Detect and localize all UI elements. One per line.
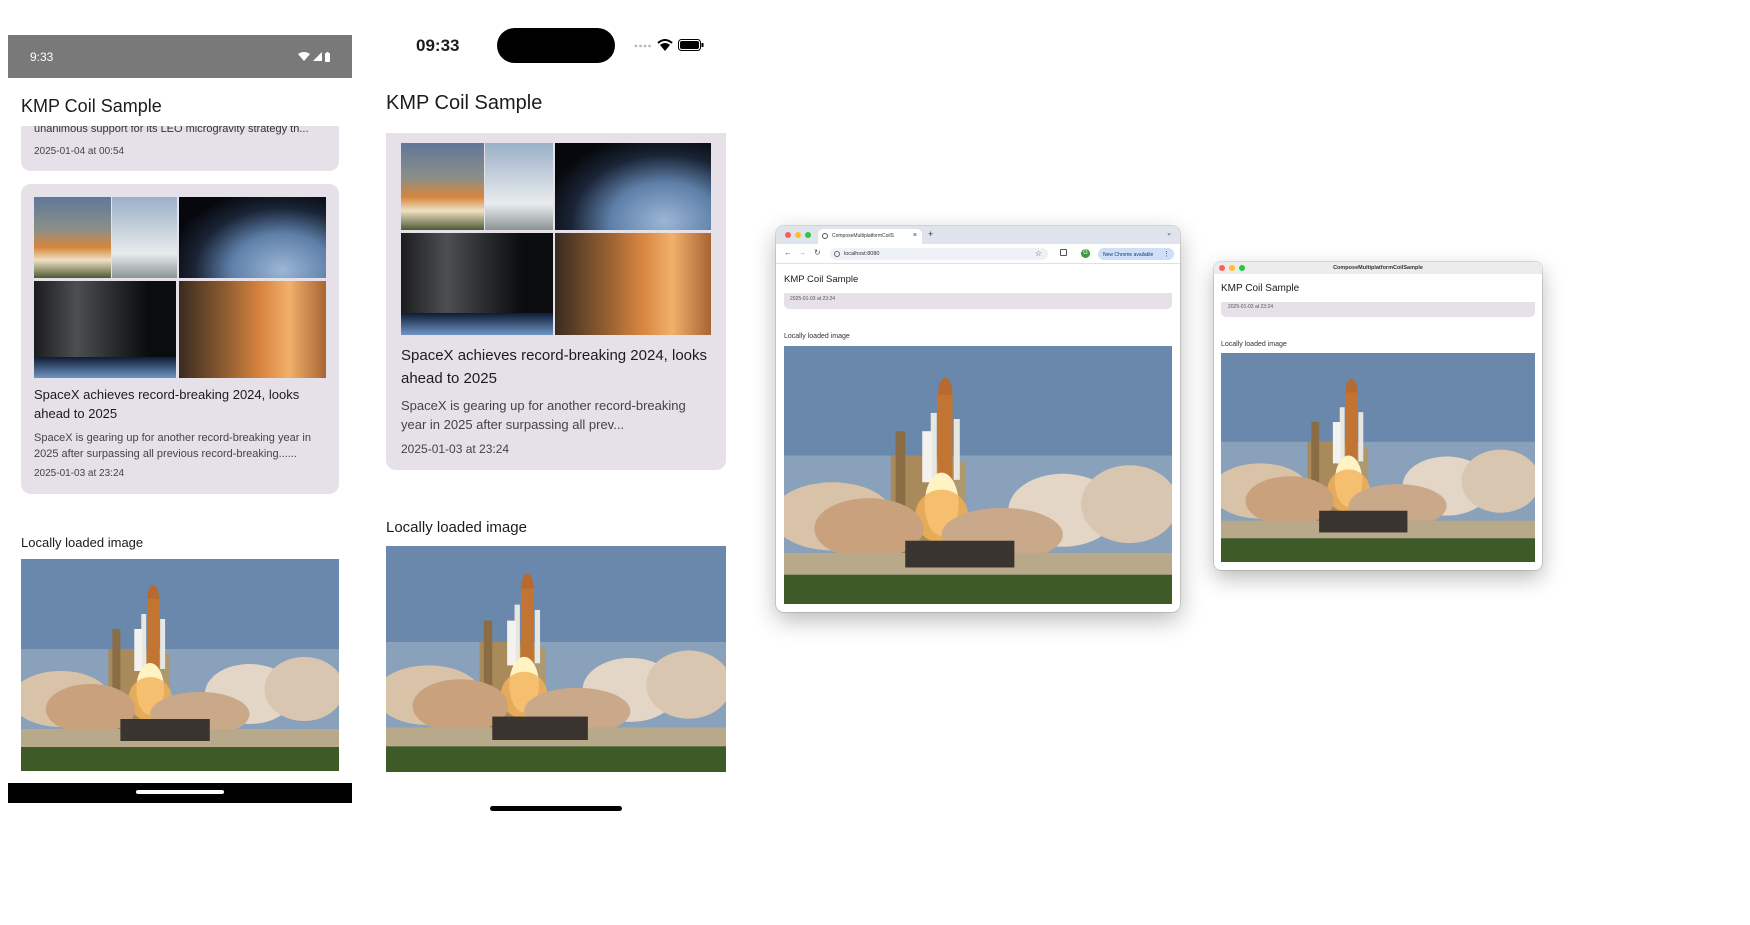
collage-image-tower: [401, 233, 553, 335]
window-controls: [785, 232, 811, 238]
article-excerpt: unanimous support for its LEO microgravi…: [34, 126, 309, 135]
wifi-icon: [298, 52, 310, 61]
ios-status-time: 09:33: [416, 36, 460, 55]
browser-toolbar: ← → ↻ localhost:8080 ☆ G New Chrome avai…: [776, 244, 1180, 264]
update-chip-label: New Chrome available: [1103, 251, 1154, 258]
window-title: ComposeMultiplatformCoilSample: [1333, 265, 1423, 271]
ios-status-icons: [634, 39, 704, 51]
page-title: KMP Coil Sample: [784, 274, 859, 285]
reload-icon[interactable]: ↻: [814, 248, 821, 257]
local-shuttle-image: [21, 559, 339, 771]
article-title: SpaceX achieves record-breaking 2024, lo…: [34, 387, 300, 421]
collage-image-launch: [401, 143, 484, 230]
collage-image-falcon: [485, 143, 553, 230]
article-date: 2025-01-03 at 23:24: [401, 442, 510, 456]
article-date: 2025-01-04 at 00:54: [34, 146, 125, 157]
collage-image-engine-fire: [555, 233, 711, 335]
back-icon[interactable]: ←: [784, 248, 792, 257]
signal-icon: [634, 44, 651, 48]
close-tab-icon[interactable]: ×: [913, 232, 917, 239]
local-shuttle-image: [1221, 353, 1535, 562]
local-shuttle-image: [386, 546, 726, 772]
globe-icon: [822, 233, 828, 239]
article-title: SpaceX achieves record-breaking 2024, lo…: [401, 347, 708, 387]
maximize-button[interactable]: [805, 232, 811, 238]
local-image-heading: Locally loaded image: [784, 333, 850, 340]
ios-screen: 09:33 KMP Coil Sample SpaceX achieves re…: [378, 20, 735, 820]
collage-image-astronaut: [555, 143, 711, 230]
local-shuttle-image: [784, 346, 1172, 604]
battery-icon: [678, 39, 704, 51]
maximize-button[interactable]: [1239, 265, 1245, 271]
home-indicator[interactable]: [490, 806, 622, 811]
site-info-icon[interactable]: [834, 251, 840, 257]
forward-icon[interactable]: →: [798, 248, 806, 257]
tab-title: ComposeMultiplatformCoilS: [832, 233, 894, 239]
article-image-collage: [34, 197, 326, 378]
page-title: KMP Coil Sample: [1221, 283, 1300, 294]
update-chrome-button[interactable]: New Chrome available ⋮: [1098, 248, 1174, 260]
minimize-button[interactable]: [795, 232, 801, 238]
page-title: KMP Coil Sample: [386, 92, 543, 114]
local-image-heading: Locally loaded image: [21, 535, 144, 550]
article-image-collage: [401, 143, 711, 335]
page-title: KMP Coil Sample: [21, 96, 162, 116]
signal-icon: [313, 52, 322, 61]
wifi-icon: [657, 39, 673, 51]
close-button[interactable]: [785, 232, 791, 238]
battery-icon: [325, 51, 330, 62]
collage-image-tower: [34, 281, 176, 378]
extensions-icon[interactable]: [1060, 249, 1067, 256]
article-card-previous[interactable]: unanimous support for its LEO microgravi…: [21, 126, 339, 171]
new-tab-icon[interactable]: +: [928, 229, 933, 239]
desktop-window: ComposeMultiplatformCoilSample KMP Coil …: [1214, 262, 1542, 570]
browser-tab[interactable]: ComposeMultiplatformCoilS ×: [818, 229, 922, 244]
bookmark-star-icon[interactable]: ☆: [1035, 249, 1042, 258]
collage-image-astronaut: [179, 197, 326, 278]
article-card[interactable]: 2025-01-03 at 23:24: [1221, 302, 1535, 317]
url-text: localhost:8080: [844, 251, 880, 257]
window-controls: [1219, 265, 1245, 271]
tab-search-icon[interactable]: ⌄: [1166, 229, 1172, 237]
collage-image-engine-fire: [179, 281, 326, 378]
ios-status-bar: 09:33: [378, 20, 735, 80]
close-button[interactable]: [1219, 265, 1225, 271]
android-status-bar: 9:33: [8, 35, 352, 78]
android-nav-bar: [8, 783, 352, 803]
minimize-button[interactable]: [1229, 265, 1235, 271]
window-title-bar: ComposeMultiplatformCoilSample: [1214, 262, 1542, 274]
article-card[interactable]: 2025-01-03 at 23:24: [784, 293, 1172, 309]
article-summary: SpaceX is gearing up for another record-…: [401, 398, 686, 432]
home-gesture-handle[interactable]: [136, 790, 224, 794]
article-date: 2025-01-03 at 23:24: [1228, 304, 1274, 310]
article-date: 2025-01-03 at 23:24: [34, 468, 125, 479]
menu-icon[interactable]: ⋮: [1163, 250, 1170, 258]
article-card[interactable]: SpaceX achieves record-breaking 2024, lo…: [21, 184, 339, 494]
collage-image-falcon: [112, 197, 177, 278]
article-date: 2025-01-03 at 23:24: [790, 296, 836, 302]
android-app-bar: KMP Coil Sample: [8, 78, 352, 133]
local-image-heading: Locally loaded image: [1221, 341, 1287, 348]
article-card[interactable]: SpaceX achieves record-breaking 2024, lo…: [386, 133, 726, 470]
local-image-heading: Locally loaded image: [386, 519, 527, 536]
dynamic-island: [497, 28, 615, 63]
browser-window: ComposeMultiplatformCoilS × + ⌄ ← → ↻ lo…: [776, 226, 1180, 612]
profile-avatar[interactable]: G: [1081, 249, 1090, 258]
address-bar[interactable]: localhost:8080 ☆: [830, 248, 1048, 260]
android-screen: 9:33 KMP Coil Sample unanimous support f…: [8, 35, 352, 803]
browser-tab-strip: ComposeMultiplatformCoilS × + ⌄: [776, 226, 1180, 244]
android-status-time: 9:33: [30, 49, 54, 64]
article-summary: SpaceX is gearing up for another record-…: [34, 432, 311, 460]
collage-image-launch: [34, 197, 111, 278]
status-icons: [298, 51, 330, 62]
